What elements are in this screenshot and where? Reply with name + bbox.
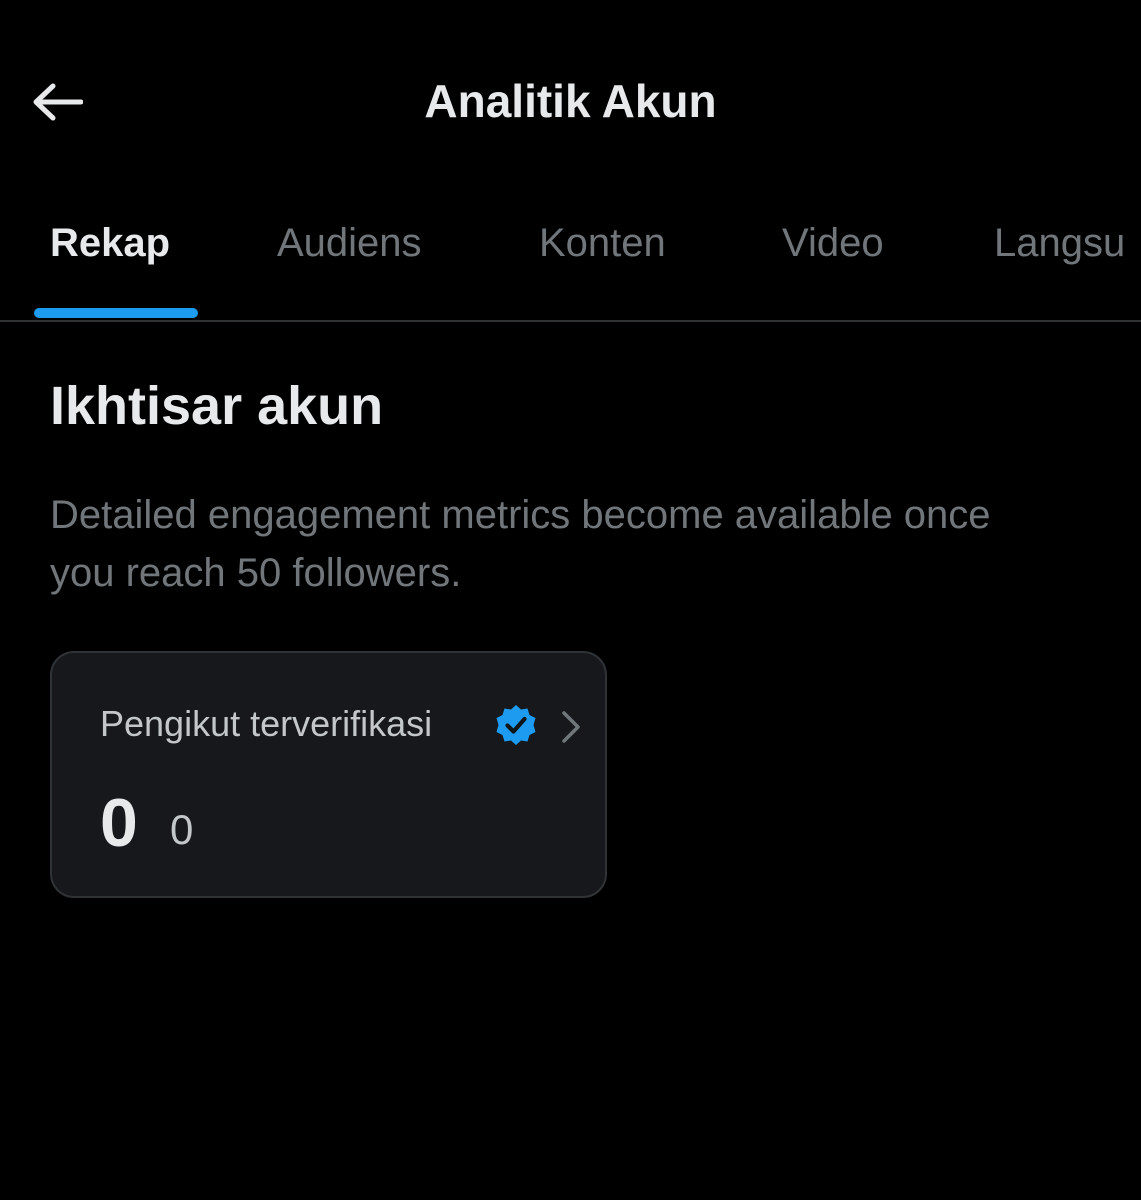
chevron-right-icon [562, 711, 580, 743]
verified-followers-count: 0 [100, 785, 138, 861]
verified-followers-card[interactable]: Pengikut terverifikasi 0 0 [50, 651, 607, 898]
tab-video[interactable]: Video [782, 216, 884, 270]
tab-bar: Rekap Audiens Konten Video Langsu [0, 196, 1141, 322]
verified-followers-change: 0 [170, 806, 194, 853]
section-description: Detailed engagement metrics become avail… [50, 493, 991, 595]
tab-audiens[interactable]: Audiens [277, 216, 422, 270]
active-tab-indicator [34, 308, 198, 318]
section-title: Ikhtisar akun [50, 376, 384, 436]
header: Analitik Akun [0, 0, 1141, 200]
tab-rekap[interactable]: Rekap [50, 216, 170, 270]
tab-langsung[interactable]: Langsu [994, 216, 1125, 270]
tab-konten[interactable]: Konten [539, 216, 666, 270]
verified-badge-icon [496, 705, 536, 745]
card-label: Pengikut terverifikasi [100, 703, 433, 744]
page-title: Analitik Akun [424, 75, 717, 127]
